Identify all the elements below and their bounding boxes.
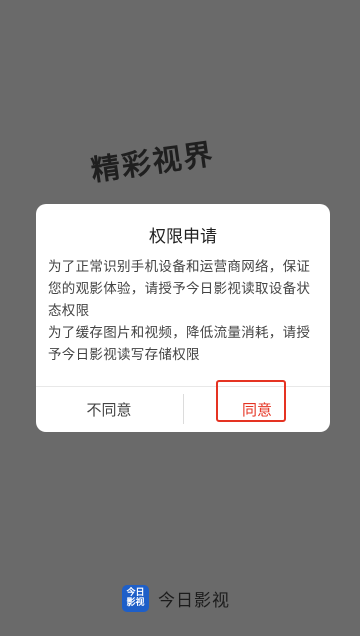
dialog-title: 权限申请 <box>149 227 217 247</box>
app-logo-icon: 今日 影视 <box>122 584 149 612</box>
brand-footer: 今日 影视 今日影视 <box>122 584 230 612</box>
agree-button[interactable]: 同意 <box>184 387 330 432</box>
permission-text-device: 为了正常识别手机设备和运营商网络，保证您的观影体验，请授予今日影视读取设备状态权… <box>48 259 311 319</box>
disagree-button[interactable]: 不同意 <box>36 387 182 432</box>
permission-dialog: 权限申请 为了正常识别手机设备和运营商网络，保证您的观影体验，请授予今日影视读取… <box>36 204 330 432</box>
permission-text-storage: 为了缓存图片和视频，降低流量消耗，请授予今日影视读写存储权限 <box>48 325 311 363</box>
logo-text-bottom: 影视 <box>126 598 145 608</box>
splash-slogan: 精彩视界 <box>88 136 217 188</box>
dialog-body: 为了正常识别手机设备和运营商网络，保证您的观影体验，请授予今日影视读取设备状态权… <box>48 256 320 366</box>
dialog-button-bar: 不同意 同意 <box>36 387 330 432</box>
logo-text-top: 今日 <box>126 588 145 598</box>
app-name: 今日影视 <box>158 590 230 611</box>
